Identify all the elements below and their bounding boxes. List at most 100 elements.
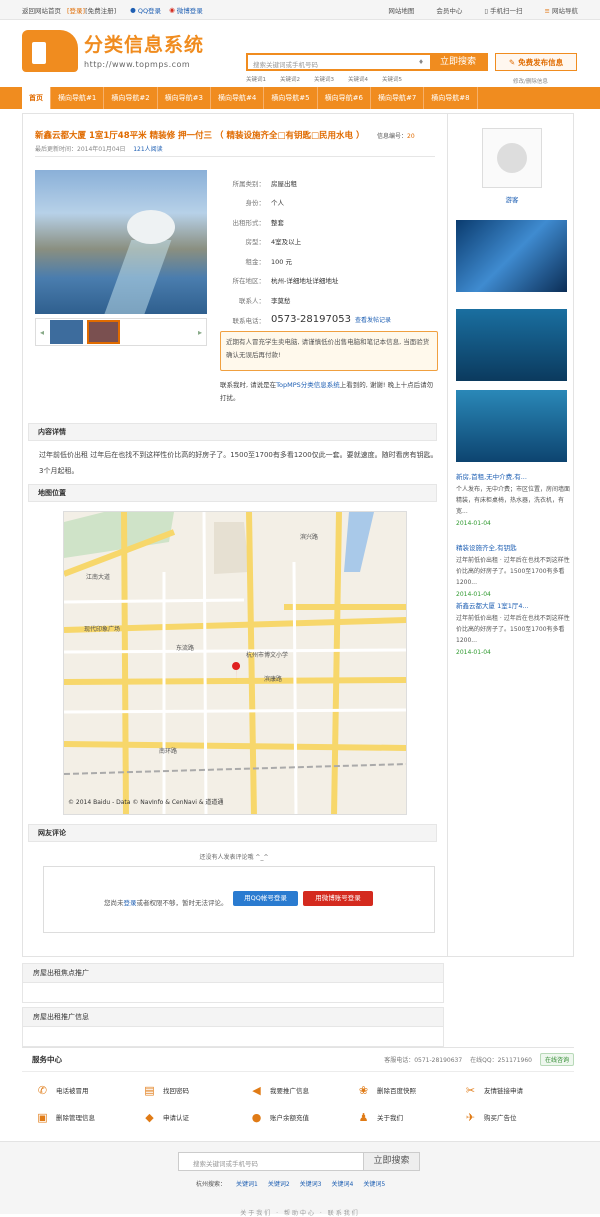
service-item[interactable]: ◆ 申请认证 bbox=[143, 1109, 250, 1125]
thumbnail-2[interactable] bbox=[87, 320, 120, 344]
nav-item-9[interactable]: 横向导航#8 bbox=[424, 87, 478, 109]
map-label-6: 杭州市博文小学 bbox=[246, 652, 289, 659]
register-link[interactable]: [免费注册] bbox=[85, 5, 116, 15]
map-label-3: 东流路 bbox=[176, 645, 195, 652]
footer-keyword-3[interactable]: 关键词3 bbox=[300, 1179, 322, 1188]
publish-label: 免费发布信息 bbox=[518, 57, 564, 67]
phone-small-icon: ▯ bbox=[484, 6, 488, 15]
service-item-label: 删除百度快照 bbox=[377, 1087, 416, 1095]
sidebar-ad-3[interactable] bbox=[456, 390, 567, 462]
footer-search-input[interactable]: 搜索关键词或手机号码 bbox=[178, 1152, 364, 1171]
publish-button[interactable]: ✎ 免费发布信息 bbox=[495, 53, 577, 71]
map-label-1: 江南大道 bbox=[86, 574, 111, 581]
user-avatar bbox=[482, 128, 542, 188]
nav-item-2[interactable]: 横向导航#1 bbox=[51, 87, 105, 109]
footer-search-button[interactable]: 立即搜索 bbox=[364, 1152, 420, 1171]
section-content-header: 内容详情 bbox=[28, 423, 437, 441]
sidebar-ad-1[interactable] bbox=[456, 220, 567, 292]
service-item[interactable]: ♟ 关于我们 bbox=[357, 1109, 464, 1125]
related-title[interactable]: 新房,首租,无中介费,有... bbox=[456, 471, 572, 481]
service-item[interactable]: ◀ 我要推广信息 bbox=[250, 1082, 357, 1098]
nav-item-4[interactable]: 横向导航#3 bbox=[158, 87, 211, 109]
footer-keyword-4[interactable]: 关键词4 bbox=[332, 1179, 354, 1188]
next-arrow-icon[interactable]: ▸ bbox=[196, 328, 204, 337]
home-link[interactable]: 返回网站首页 bbox=[22, 5, 61, 15]
service-item[interactable]: ▤ 找回密码 bbox=[143, 1082, 250, 1098]
mobile-link[interactable]: ▯ 手机扫一扫 bbox=[484, 5, 522, 15]
related-date: 2014-01-04 bbox=[456, 520, 491, 527]
footer-keyword-5[interactable]: 关键词5 bbox=[363, 1179, 385, 1188]
search-area: 搜索关键词或手机号码 ♦ 立即搜索 关键词1 关键词2 关键词3 关键词4 关键词5 bbox=[246, 53, 488, 83]
service-item[interactable]: ✈ 购买广告位 bbox=[464, 1109, 571, 1125]
login-link[interactable]: [登录] bbox=[67, 5, 85, 15]
service-item[interactable]: ❀ 删除百度快照 bbox=[357, 1082, 464, 1098]
site-map-link[interactable]: 网站地图 bbox=[388, 5, 414, 15]
related-title[interactable]: 精装设施齐全,有钥匙 bbox=[456, 542, 572, 552]
property-label: 身份： bbox=[245, 199, 266, 208]
phone-number[interactable]: 0573-28197053 bbox=[271, 314, 351, 325]
service-item-label: 我要推广信息 bbox=[270, 1087, 309, 1095]
qq-login-link[interactable]: QQ登录 bbox=[138, 5, 161, 15]
service-item[interactable]: ● 账户余额充值 bbox=[250, 1109, 357, 1125]
updated-time: 最后更新时间：2014年01月04日 bbox=[35, 146, 126, 153]
online-consult-button[interactable]: 在线咨询 bbox=[539, 1053, 574, 1066]
site-logo[interactable]: 分类信息系统 http://www.topmps.com bbox=[22, 30, 204, 72]
microphone-icon[interactable]: ♦ bbox=[418, 58, 424, 66]
nav-item-8[interactable]: 横向导航#7 bbox=[371, 87, 425, 109]
nav-item-5[interactable]: 横向导航#4 bbox=[211, 87, 265, 109]
property-row: 出租形式： 整套 bbox=[223, 212, 338, 232]
search-keyword-3[interactable]: 关键词3 bbox=[314, 75, 334, 83]
prev-arrow-icon[interactable]: ◂ bbox=[38, 328, 46, 337]
phone-log-link[interactable]: 查看发帖记录 bbox=[355, 315, 391, 324]
weibo-login-link[interactable]: 微博登录 bbox=[177, 5, 203, 15]
promo-hot-body bbox=[22, 983, 444, 1003]
search-keyword-1[interactable]: 关键词1 bbox=[246, 75, 266, 83]
property-label: 所在地区： bbox=[232, 277, 266, 286]
menu-icon: ≡ bbox=[544, 6, 550, 15]
nav-item-3[interactable]: 横向导航#2 bbox=[104, 87, 158, 109]
service-title: 服务中心 bbox=[32, 1055, 62, 1064]
footer-keyword-2[interactable]: 关键词2 bbox=[268, 1179, 290, 1188]
user-icon: ♟ bbox=[358, 1110, 369, 1124]
search-input[interactable]: 搜索关键词或手机号码 ♦ bbox=[248, 55, 430, 69]
search-keyword-5[interactable]: 关键词5 bbox=[382, 75, 402, 83]
site-nav-link[interactable]: ≡ 网站导航 bbox=[544, 5, 578, 15]
related-item: 新房,首租,无中介费,有... 个人发布，无中介费；市区位置，房间墙面精装，有床柜… bbox=[456, 471, 572, 527]
service-item-label: 申请认证 bbox=[163, 1114, 189, 1122]
header: 分类信息系统 http://www.topmps.com 搜索关键词或手机号码 ♦… bbox=[0, 20, 600, 85]
listing-photo[interactable] bbox=[35, 170, 207, 314]
related-item: 新鑫云都大厦 1室1厅4... 过年前低价出租 · 过年后在也找不到这样性价比高的… bbox=[456, 600, 572, 656]
nav-item-7[interactable]: 横向导航#6 bbox=[318, 87, 371, 109]
service-header: 服务中心 客服电话：0571-28190637 在线QQ：251171960 在… bbox=[22, 1048, 574, 1072]
property-value: 个人 bbox=[271, 199, 284, 208]
search-keyword-2[interactable]: 关键词2 bbox=[280, 75, 300, 83]
sidebar-ad-2[interactable] bbox=[456, 309, 567, 381]
location-map[interactable]: 江南大道 滨兴路 东流路 滨康路 南环路 杭州市博文小学 现代印象广场 © 20… bbox=[63, 511, 407, 815]
member-center-link[interactable]: 会员中心 bbox=[436, 5, 462, 15]
thumbnail-1[interactable] bbox=[50, 320, 83, 344]
service-item[interactable]: ✂ 友情链接申请 bbox=[464, 1082, 571, 1098]
contact-tip: 联系我时, 请说是在TopMPS分类信息系统上看到的, 谢谢! 晚上十点后请勿打… bbox=[220, 379, 438, 405]
comment-login-link[interactable]: 登录 bbox=[124, 899, 137, 907]
related-title[interactable]: 新鑫云都大厦 1室1厅4... bbox=[456, 600, 572, 610]
phone-label: 联系电话： bbox=[232, 316, 266, 325]
content-wrapper: 新鑫云都大厦 1室1厅48平米 精装修 押一付三 （ 精装设施齐全□有钥匙□民用… bbox=[22, 113, 574, 957]
service-item[interactable]: ▣ 删除管理信息 bbox=[36, 1109, 143, 1125]
user-name[interactable]: 游客 bbox=[448, 194, 576, 204]
property-row: 联系人： 李莫愁 bbox=[223, 290, 338, 310]
related-desc: 过年前低价出租 · 过年后在也找不到这样性价比高的好房子了。1500至1700有… bbox=[456, 615, 570, 644]
search-button[interactable]: 立即搜索 bbox=[430, 55, 486, 69]
property-row: 身份： 个人 bbox=[223, 193, 338, 213]
property-value[interactable]: 房屋出租 bbox=[271, 178, 297, 188]
megaphone-icon: ◀ bbox=[252, 1083, 261, 1097]
cta-link[interactable]: TopMPS分类信息系统 bbox=[276, 381, 340, 389]
footer-keyword-1[interactable]: 关键词1 bbox=[236, 1179, 258, 1188]
qq-login-button[interactable]: 用QQ帐号登录 bbox=[233, 891, 298, 906]
service-item[interactable]: ✆ 电话被冒用 bbox=[36, 1082, 143, 1098]
modify-delete-link[interactable]: 修改/删除信息 bbox=[513, 77, 548, 85]
weibo-login-button[interactable]: 用微博账号登录 bbox=[303, 891, 373, 906]
whale-shape bbox=[127, 210, 175, 244]
nav-item-6[interactable]: 横向导航#5 bbox=[264, 87, 318, 109]
search-keyword-4[interactable]: 关键词4 bbox=[348, 75, 368, 83]
nav-item-1[interactable]: 首页 bbox=[22, 87, 51, 109]
